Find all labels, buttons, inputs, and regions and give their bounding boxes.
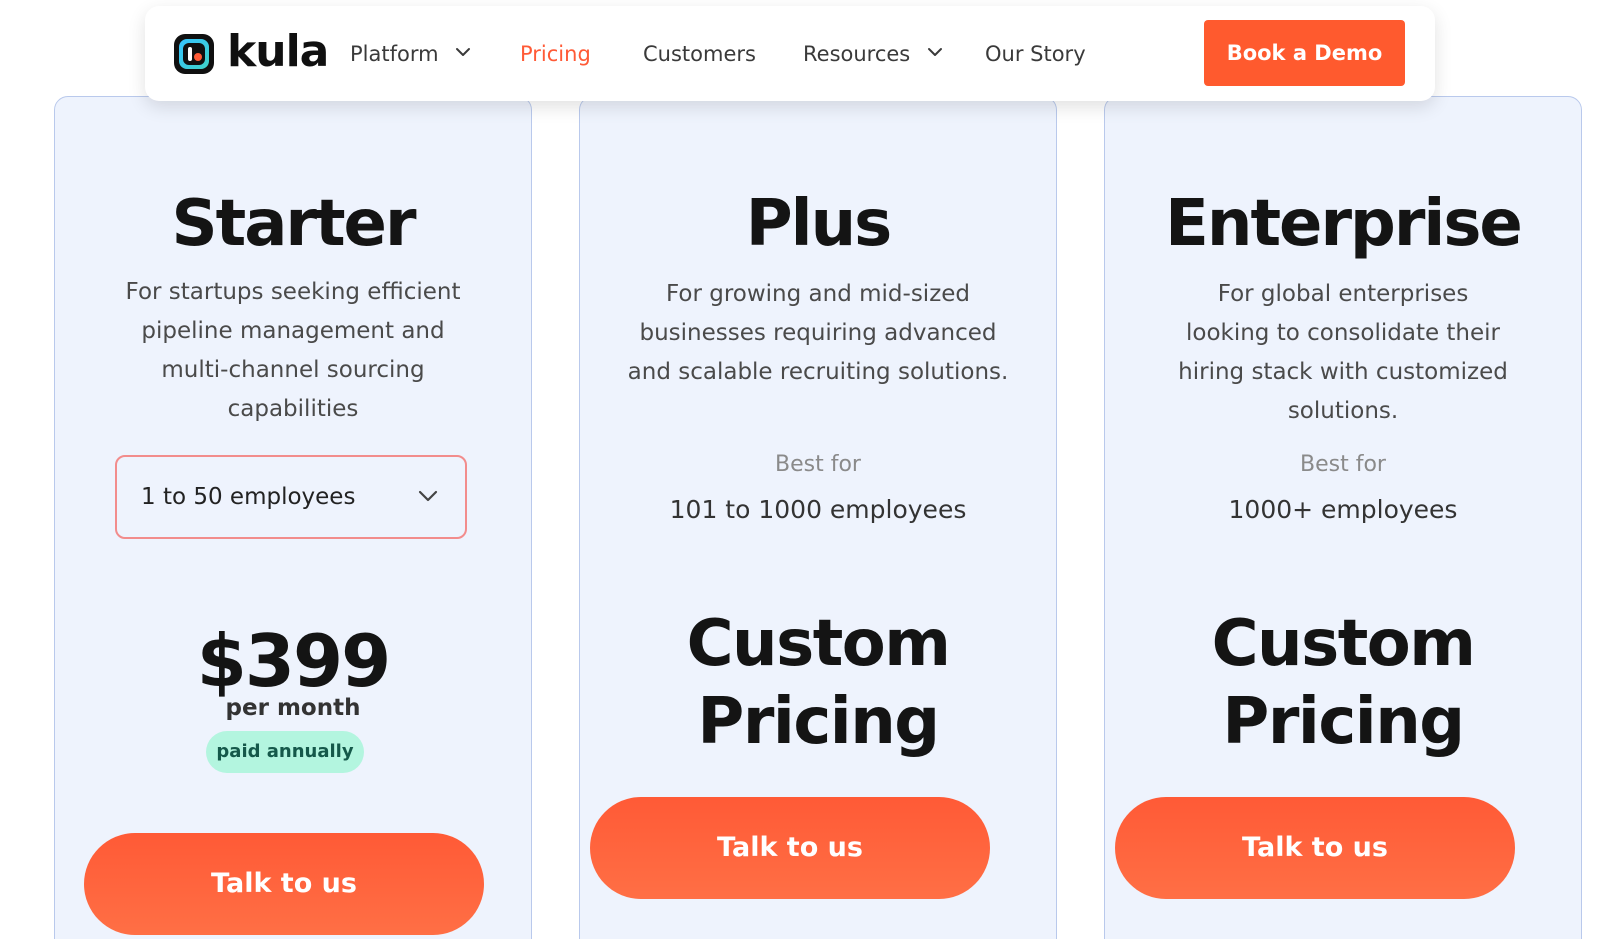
custom-pricing-line2: Pricing xyxy=(697,685,940,759)
plan-description: For growing and mid-sized businesses req… xyxy=(627,281,1009,385)
custom-pricing: Custom Pricing xyxy=(1105,605,1581,761)
nav-item-label: Resources xyxy=(803,42,911,66)
best-for-value: 101 to 1000 employees xyxy=(669,495,967,524)
best-for-value: 1000+ employees xyxy=(1228,495,1458,524)
plan-name: Starter xyxy=(171,187,417,261)
plan-description: For global enterprises looking to consol… xyxy=(1178,281,1508,424)
custom-pricing-line2: Pricing xyxy=(1222,685,1465,759)
nav-item-our-story[interactable]: Our Story xyxy=(985,40,1086,68)
chevron-down-icon xyxy=(418,490,438,502)
logo-wordmark[interactable]: kula xyxy=(227,24,329,80)
plan-price: $399 xyxy=(196,619,391,703)
chevron-down-icon xyxy=(927,48,942,56)
custom-pricing: Custom Pricing xyxy=(580,605,1056,761)
kula-logo-icon[interactable] xyxy=(174,34,214,74)
talk-to-us-button[interactable]: Talk to us xyxy=(84,833,484,935)
best-for-label: Best for xyxy=(775,452,861,477)
billing-badge: paid annually xyxy=(206,731,364,773)
nav-item-platform[interactable]: Platform xyxy=(350,40,471,68)
nav-item-pricing[interactable]: Pricing xyxy=(520,40,591,68)
custom-pricing-line1: Custom xyxy=(686,607,951,681)
plan-card-starter: Starter For startups seeking efficient p… xyxy=(54,96,532,939)
best-for-label: Best for xyxy=(1300,452,1386,477)
talk-to-us-button[interactable]: Talk to us xyxy=(590,797,990,899)
talk-to-us-button[interactable]: Talk to us xyxy=(1115,797,1515,899)
plan-card-enterprise: Enterprise For global enterprises lookin… xyxy=(1104,96,1582,939)
chevron-down-icon xyxy=(456,48,471,56)
pricing-page: Starter For startups seeking efficient p… xyxy=(0,0,1615,939)
top-navigation: kula Platform Pricing Customers Resource… xyxy=(145,6,1435,101)
nav-item-customers[interactable]: Customers xyxy=(643,40,756,68)
nav-item-resources[interactable]: Resources xyxy=(803,40,943,68)
employee-count-value: 1 to 50 employees xyxy=(141,484,356,510)
nav-item-label: Platform xyxy=(350,42,439,66)
book-demo-button[interactable]: Book a Demo xyxy=(1204,20,1405,86)
plan-name: Enterprise xyxy=(1165,187,1523,261)
custom-pricing-line1: Custom xyxy=(1211,607,1476,681)
plan-card-plus: Plus For growing and mid-sized businesse… xyxy=(579,96,1057,939)
price-period: per month xyxy=(225,695,361,721)
plan-name: Plus xyxy=(745,187,893,261)
plan-description: For startups seeking efficient pipeline … xyxy=(125,279,461,422)
employee-count-select[interactable]: 1 to 50 employees xyxy=(115,455,467,539)
